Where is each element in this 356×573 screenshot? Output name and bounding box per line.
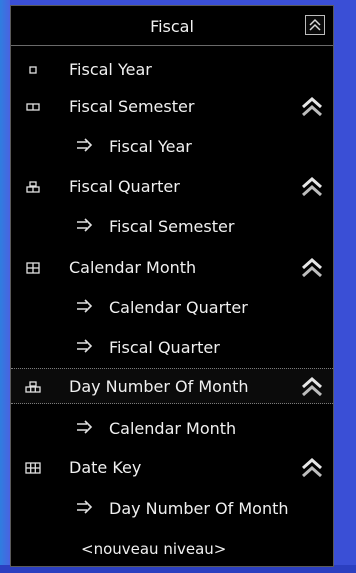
relation-row[interactable]: Fiscal Year bbox=[11, 129, 333, 161]
level-4-icon bbox=[26, 262, 40, 274]
relation-label: Calendar Quarter bbox=[109, 298, 248, 317]
level-row-fiscal-year[interactable]: Fiscal Year bbox=[11, 54, 333, 86]
level-row-fiscal-semester[interactable]: Fiscal Semester bbox=[11, 91, 333, 123]
relation-arrow-icon bbox=[77, 420, 93, 434]
relation-label: Fiscal Quarter bbox=[109, 338, 220, 357]
level-2-icon bbox=[26, 103, 40, 111]
level-3-icon bbox=[26, 181, 40, 193]
relation-arrow-icon bbox=[77, 500, 93, 514]
new-level-item[interactable]: <nouveau niveau> bbox=[81, 540, 226, 558]
move-up-icon[interactable] bbox=[299, 255, 325, 281]
level-row-fiscal-quarter[interactable]: Fiscal Quarter bbox=[11, 171, 333, 203]
relation-row[interactable]: Calendar Month bbox=[11, 411, 333, 443]
left-edge-stripe bbox=[0, 0, 10, 573]
relation-row[interactable]: Day Number Of Month bbox=[11, 491, 333, 523]
level-row-date-key[interactable]: Date Key bbox=[11, 452, 333, 484]
relation-label: Fiscal Semester bbox=[109, 217, 235, 236]
relation-label: Calendar Month bbox=[109, 419, 237, 438]
level-label: Fiscal Year bbox=[69, 60, 152, 79]
move-up-icon[interactable] bbox=[299, 374, 325, 400]
level-5-icon bbox=[25, 381, 41, 393]
relation-arrow-icon bbox=[77, 339, 93, 353]
relation-row[interactable]: Fiscal Quarter bbox=[11, 330, 333, 362]
hierarchy-panel: Fiscal Fiscal Year Fiscal Semester Fisca… bbox=[10, 5, 334, 567]
panel-title: Fiscal bbox=[150, 17, 194, 36]
relation-arrow-icon bbox=[77, 138, 93, 152]
level-label: Date Key bbox=[69, 458, 142, 477]
relation-arrow-icon bbox=[77, 218, 93, 232]
level-row-calendar-month[interactable]: Calendar Month bbox=[11, 252, 333, 284]
level-label: Fiscal Quarter bbox=[69, 177, 180, 196]
level-label: Fiscal Semester bbox=[69, 97, 195, 116]
level-label: Day Number Of Month bbox=[69, 377, 249, 396]
collapse-up-icon bbox=[309, 18, 321, 31]
move-up-icon[interactable] bbox=[299, 455, 325, 481]
level-6-icon bbox=[25, 462, 41, 474]
relation-label: Fiscal Year bbox=[109, 137, 192, 156]
collapse-button[interactable] bbox=[305, 15, 325, 35]
level-row-day-number-of-month[interactable]: Day Number Of Month bbox=[11, 368, 333, 404]
level-label: Calendar Month bbox=[69, 258, 197, 277]
relation-label: Day Number Of Month bbox=[109, 499, 289, 518]
move-up-icon[interactable] bbox=[299, 174, 325, 200]
move-up-icon[interactable] bbox=[299, 94, 325, 120]
level-1-icon bbox=[29, 66, 37, 74]
panel-header: Fiscal bbox=[11, 6, 333, 46]
relation-row[interactable]: Calendar Quarter bbox=[11, 290, 333, 322]
relation-row[interactable]: Fiscal Semester bbox=[11, 209, 333, 241]
relation-arrow-icon bbox=[77, 299, 93, 313]
